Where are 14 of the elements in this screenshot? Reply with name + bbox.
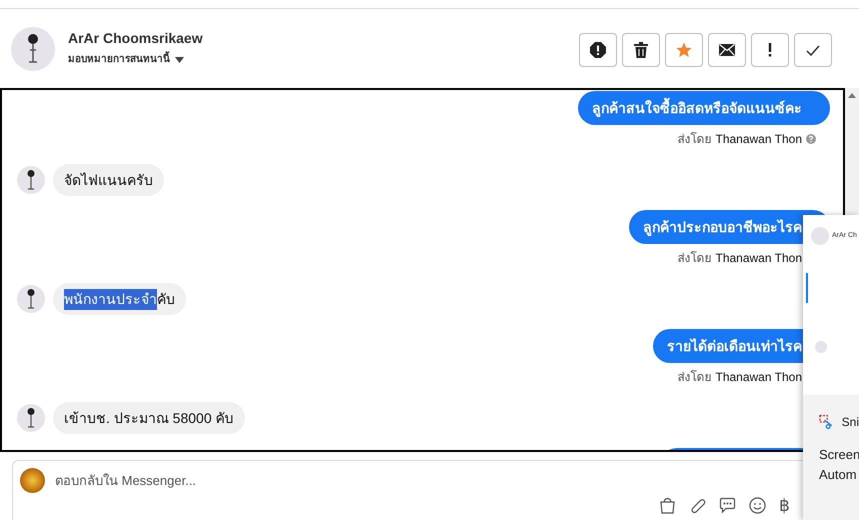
message-bubble: เข้าบช. ประมาณ 58000 คับ bbox=[53, 402, 244, 434]
sender-name: Thanawan Thon bbox=[715, 131, 802, 148]
message-bubble: พนักงานประจำคับ bbox=[53, 283, 186, 315]
sent-by-label: ส่งโดย bbox=[677, 250, 712, 267]
message-bubble: จัดไฟแนนครับ bbox=[53, 164, 164, 196]
app-name: Sni bbox=[842, 414, 859, 431]
notification-text: Screen bbox=[819, 446, 859, 464]
message-bubble: ลูกค้าสนใจซื้ออิสดหรือจัดแนนซ์คะ bbox=[578, 91, 830, 125]
sent-by-label: ส่งโดย bbox=[677, 131, 712, 148]
notification-text: Autom bbox=[819, 466, 858, 484]
sent-by-label: ส่งโดย bbox=[677, 369, 712, 386]
sender-name: Thanawan Thon bbox=[715, 250, 802, 267]
contact-name: ArAr Choomsrikaew bbox=[68, 29, 203, 48]
sender-name: Thanawan Thon bbox=[715, 369, 802, 386]
